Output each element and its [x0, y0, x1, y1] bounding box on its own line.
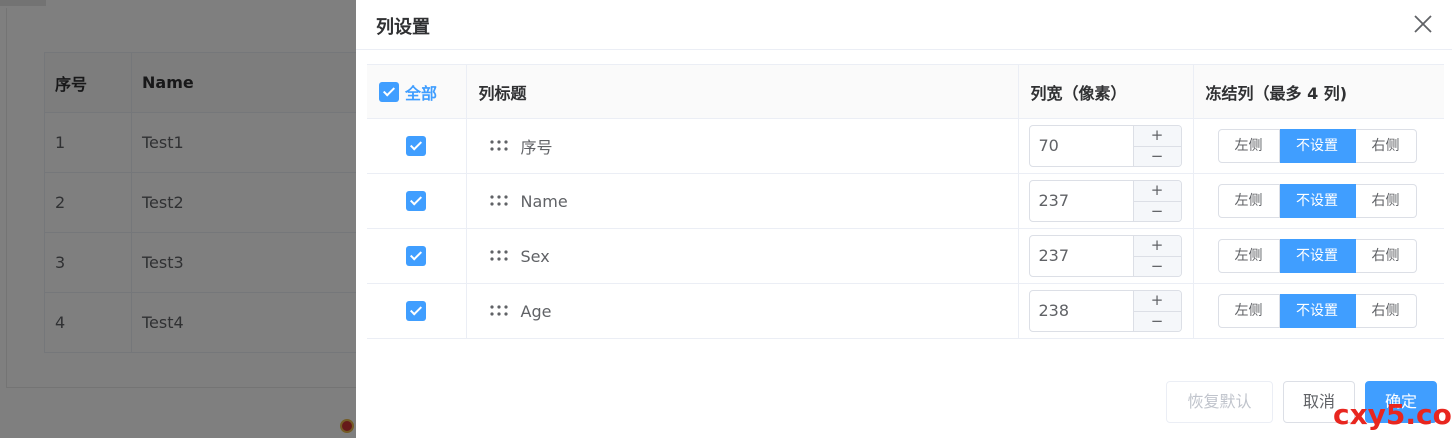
- header-column-width: 列宽（像素）: [1018, 64, 1194, 119]
- column-settings-table: 全部 列标题 列宽（像素） 冻结列（最多 4 列) 序号 70 + − 左侧 不…: [367, 64, 1444, 339]
- drag-handle-icon[interactable]: [489, 194, 509, 208]
- width-input[interactable]: 237 + −: [1028, 180, 1182, 222]
- row-checkbox[interactable]: [406, 301, 427, 322]
- width-value[interactable]: 238: [1030, 291, 1133, 331]
- row-checkbox[interactable]: [406, 246, 427, 267]
- row-check-cell: [367, 228, 467, 284]
- increase-button[interactable]: +: [1133, 236, 1181, 257]
- freeze-left-option[interactable]: 左侧: [1217, 239, 1280, 273]
- row-checkbox[interactable]: [406, 136, 427, 157]
- freeze-left-option[interactable]: 左侧: [1217, 184, 1280, 218]
- width-value[interactable]: 70: [1030, 126, 1133, 166]
- header-freeze: 冻结列（最多 4 列): [1193, 64, 1444, 119]
- increase-button[interactable]: +: [1133, 291, 1181, 312]
- select-all-cell: 全部: [367, 64, 467, 119]
- width-input[interactable]: 237 + −: [1028, 235, 1182, 277]
- increase-button[interactable]: +: [1133, 126, 1181, 147]
- settings-row-age: Age 238 + − 左侧 不设置 右侧: [367, 283, 1445, 339]
- freeze-left-option[interactable]: 左侧: [1217, 294, 1280, 328]
- select-all-checkbox[interactable]: [379, 81, 399, 102]
- drawer-title: 列设置: [376, 17, 430, 38]
- drag-handle-icon[interactable]: [489, 249, 509, 263]
- row-freeze-cell: 左侧 不设置 右侧: [1193, 283, 1445, 339]
- freeze-radio-group: 左侧 不设置 右侧: [1217, 239, 1445, 273]
- drag-handle-icon[interactable]: [489, 304, 509, 318]
- row-title-cell: Name: [466, 173, 1019, 229]
- row-checkbox[interactable]: [406, 191, 427, 212]
- decrease-button[interactable]: −: [1134, 147, 1181, 167]
- freeze-right-option[interactable]: 右侧: [1355, 294, 1417, 328]
- row-title-label: Age: [520, 301, 552, 321]
- row-title-label: Sex: [520, 246, 550, 266]
- decrease-button[interactable]: −: [1134, 202, 1181, 222]
- row-check-cell: [367, 283, 467, 339]
- drag-handle-icon[interactable]: [489, 139, 509, 153]
- freeze-none-option[interactable]: 不设置: [1279, 239, 1356, 273]
- row-width-cell: 238 + −: [1018, 283, 1194, 339]
- row-width-cell: 237 + −: [1018, 228, 1194, 284]
- freeze-none-option[interactable]: 不设置: [1279, 129, 1356, 163]
- row-title-label: 序号: [520, 138, 553, 157]
- row-width-cell: 70 + −: [1018, 118, 1194, 174]
- row-freeze-cell: 左侧 不设置 右侧: [1193, 118, 1445, 174]
- row-title-cell: Sex: [466, 228, 1019, 284]
- freeze-none-option[interactable]: 不设置: [1279, 184, 1356, 218]
- freeze-right-option[interactable]: 右侧: [1355, 184, 1417, 218]
- watermark-text: cxy5.com: [1333, 398, 1452, 431]
- header-column-title: 列标题: [466, 64, 1019, 119]
- freeze-radio-group: 左侧 不设置 右侧: [1217, 184, 1445, 218]
- freeze-right-option[interactable]: 右侧: [1355, 129, 1417, 163]
- row-title-label: Name: [520, 191, 568, 211]
- freeze-none-option[interactable]: 不设置: [1279, 294, 1356, 328]
- increase-button[interactable]: +: [1133, 181, 1181, 202]
- width-input[interactable]: 238 + −: [1028, 290, 1182, 332]
- column-settings-drawer: 列设置 全部 列标题 列宽（像素） 冻结列（最多 4 列) 序号 70 + − …: [356, 0, 1452, 438]
- freeze-left-option[interactable]: 左侧: [1217, 129, 1280, 163]
- decrease-button[interactable]: −: [1134, 312, 1181, 332]
- width-value[interactable]: 237: [1030, 181, 1133, 221]
- row-title-cell: 序号: [466, 118, 1019, 174]
- freeze-radio-group: 左侧 不设置 右侧: [1217, 129, 1445, 163]
- decrease-button[interactable]: −: [1134, 257, 1181, 277]
- row-freeze-cell: 左侧 不设置 右侧: [1193, 228, 1445, 284]
- freeze-right-option[interactable]: 右侧: [1355, 239, 1417, 273]
- row-title-cell: Age: [466, 283, 1019, 339]
- settings-row-sex: Sex 237 + − 左侧 不设置 右侧: [367, 228, 1445, 284]
- settings-header-row: 全部 列标题 列宽（像素） 冻结列（最多 4 列): [367, 64, 1444, 119]
- width-value[interactable]: 237: [1030, 236, 1133, 276]
- close-icon[interactable]: [1412, 13, 1434, 35]
- settings-row-name: Name 237 + − 左侧 不设置 右侧: [367, 173, 1445, 229]
- freeze-radio-group: 左侧 不设置 右侧: [1217, 294, 1445, 328]
- row-freeze-cell: 左侧 不设置 右侧: [1193, 173, 1445, 229]
- width-input[interactable]: 70 + −: [1028, 125, 1182, 167]
- reset-default-button[interactable]: 恢复默认: [1166, 381, 1273, 423]
- row-width-cell: 237 + −: [1018, 173, 1194, 229]
- row-check-cell: [367, 173, 467, 229]
- drawer-header: 列设置: [356, 0, 1452, 50]
- settings-row-index: 序号 70 + − 左侧 不设置 右侧: [367, 118, 1445, 174]
- select-all-label[interactable]: 全部: [405, 84, 437, 103]
- row-check-cell: [367, 118, 467, 174]
